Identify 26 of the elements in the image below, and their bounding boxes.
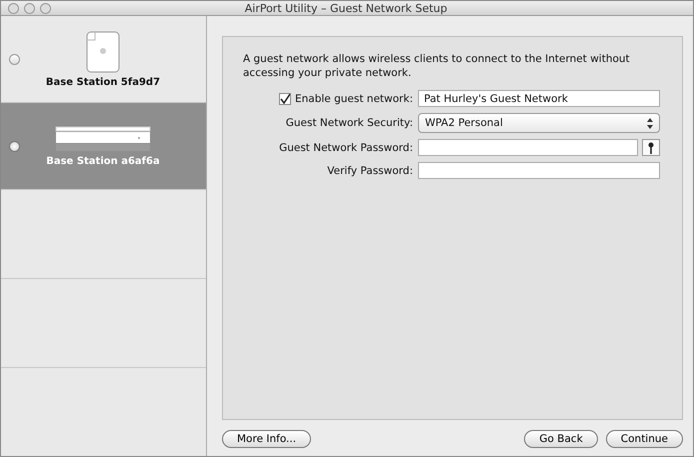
network-name-field[interactable]: Pat Hurley's Guest Network: [418, 90, 660, 107]
radio-button[interactable]: [9, 54, 20, 64]
stepper-arrows-icon: [647, 118, 653, 128]
intro-text: A guest network allows wireless clients to connect to the Internet without accessing your private network.: [243, 52, 631, 80]
window-control[interactable]: [8, 2, 19, 14]
field-label: Guest Network Security:: [286, 117, 413, 129]
window-control[interactable]: [24, 2, 35, 14]
security-dropdown[interactable]: WPA2 Personal: [418, 113, 660, 133]
key-icon: [648, 142, 654, 154]
continue-button[interactable]: Continue: [606, 430, 683, 448]
key-button[interactable]: [642, 139, 660, 156]
checkbox[interactable]: [279, 92, 291, 104]
radio-button[interactable]: [9, 140, 20, 152]
base-station-icon: [55, 126, 151, 152]
window-control[interactable]: [40, 2, 51, 14]
field-label: Enable guest network:: [295, 92, 413, 104]
more-info-button[interactable]: More Info...: [222, 430, 312, 448]
go-back-button[interactable]: Go Back: [524, 430, 598, 448]
field-label: Guest Network Password:: [279, 142, 413, 154]
field-label: Verify Password:: [327, 164, 413, 176]
password-field[interactable]: [418, 139, 638, 156]
window-title: AirPort Utility – Guest Network Setup: [244, 2, 448, 14]
station-name: Base Station 5fa9d7: [46, 76, 160, 88]
base-station-icon: [86, 30, 120, 72]
verify-password-field[interactable]: [418, 162, 660, 179]
station-name: Base Station a6af6a: [46, 156, 160, 166]
